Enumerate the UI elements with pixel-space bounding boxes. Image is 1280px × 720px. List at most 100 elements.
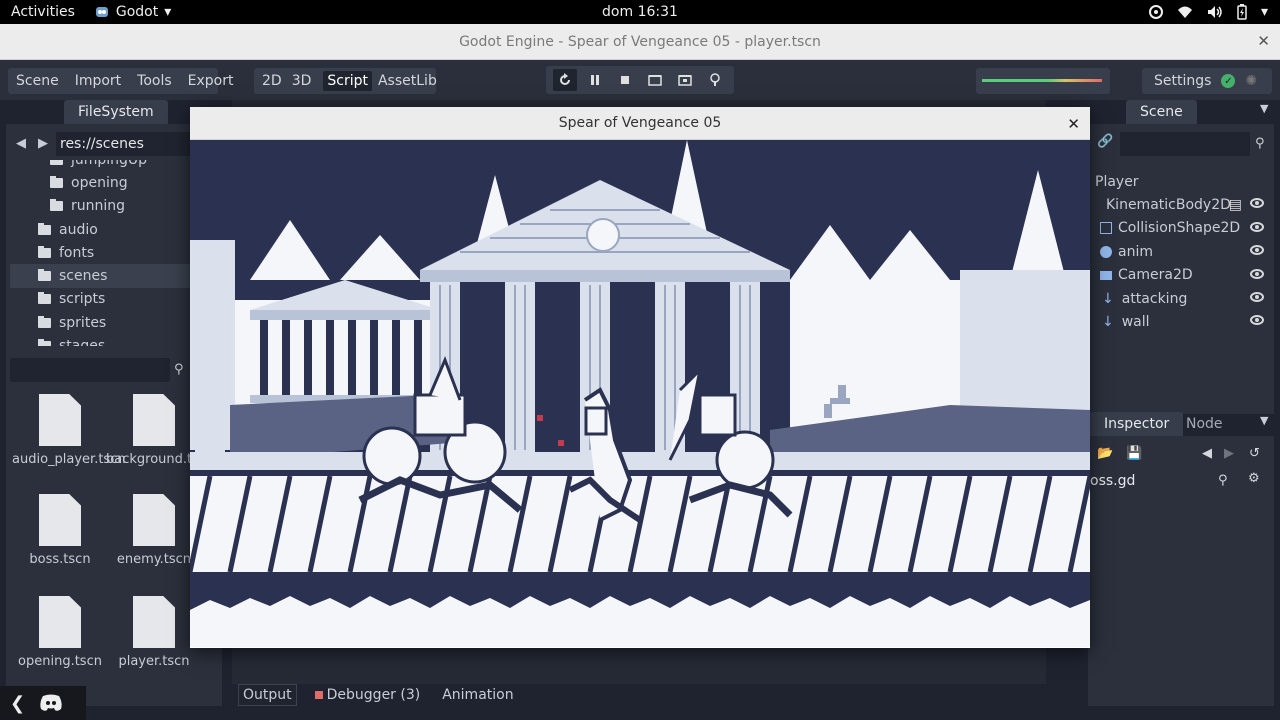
visibility-icon[interactable] — [1250, 198, 1264, 209]
workspace-script[interactable]: Script — [323, 71, 372, 91]
file-opening[interactable]: opening.tscn — [12, 596, 108, 670]
game-window-title: Spear of Vengeance 05 — [558, 115, 722, 131]
menu-scene[interactable]: Scene — [8, 73, 67, 89]
file-audio-player[interactable]: audio_player.tscn — [12, 394, 126, 468]
link-icon[interactable]: 🔗 — [1097, 134, 1113, 149]
tab-inspector[interactable]: Inspector — [1090, 412, 1184, 436]
folder-opening[interactable]: opening — [10, 171, 190, 194]
file-player[interactable]: player.tscn — [106, 596, 202, 670]
raycast-icon: ↓ — [1102, 290, 1114, 307]
file-background[interactable]: background.tscn — [106, 394, 214, 468]
folder-scenes[interactable]: scenes — [10, 264, 190, 288]
history-forward-icon[interactable]: ▶ — [1224, 446, 1234, 461]
menu-tools[interactable]: Tools — [129, 73, 180, 89]
folder-icon — [50, 175, 63, 188]
save-icon[interactable]: 💾 — [1126, 446, 1142, 461]
node-kinematicbody2d[interactable]: KinematicBody2D ▤ — [1090, 193, 1270, 216]
dock-menu-icon[interactable]: ▼ — [1260, 414, 1268, 427]
pause-icon[interactable] — [583, 69, 607, 91]
folder-jumpingup[interactable]: jumpingUp — [10, 160, 190, 171]
play-custom-scene-icon[interactable] — [673, 69, 697, 91]
folder-icon — [38, 292, 51, 305]
node-anim[interactable]: anim — [1090, 240, 1270, 263]
node-collisionshape2d[interactable]: CollisionShape2D — [1090, 217, 1270, 240]
visibility-icon[interactable] — [1250, 315, 1264, 326]
scene-filter-input[interactable] — [1120, 132, 1250, 156]
node-wall[interactable]: ↓ wall — [1090, 310, 1270, 333]
folder-stages[interactable]: stages — [10, 334, 190, 346]
search-icon[interactable]: ⚲ — [174, 362, 184, 377]
clock[interactable]: dom 16:31 — [0, 4, 1280, 20]
workspace-2d[interactable]: 2D — [254, 73, 290, 89]
folder-icon — [38, 339, 51, 346]
app-menu[interactable]: Godot ▾ — [86, 4, 171, 20]
script-icon[interactable]: ▤ — [1229, 197, 1242, 213]
visibility-icon[interactable] — [1250, 221, 1264, 232]
folder-fonts[interactable]: fonts — [10, 241, 190, 264]
node-camera2d[interactable]: Camera2D — [1090, 264, 1270, 287]
folder-running[interactable]: running — [10, 195, 190, 218]
play-scene-icon[interactable] — [643, 69, 667, 91]
filesystem-search-input[interactable] — [10, 358, 170, 382]
folder-icon — [38, 269, 51, 282]
chevron-down-icon[interactable]: ▾ — [1261, 4, 1268, 20]
tab-output[interactable]: Output — [238, 684, 297, 706]
filesystem-path-field[interactable]: res://scenes — [56, 132, 196, 156]
battery-icon[interactable] — [1237, 4, 1247, 20]
menu-export[interactable]: Export — [180, 73, 242, 89]
search-icon[interactable]: ⚲ — [1255, 136, 1265, 151]
filesystem-tree: jumpingUp opening running audio fonts sc… — [10, 160, 190, 346]
tab-scene[interactable]: Scene — [1126, 100, 1197, 124]
accessibility-icon[interactable] — [1148, 5, 1163, 19]
node-attacking[interactable]: ↓ attacking — [1090, 287, 1270, 310]
close-icon[interactable]: ✕ — [1067, 115, 1080, 133]
visibility-icon[interactable] — [1250, 245, 1264, 256]
stop-icon[interactable] — [613, 69, 637, 91]
workspace-assetlib[interactable]: AssetLib — [376, 73, 445, 89]
reload-icon[interactable] — [553, 69, 577, 91]
scene-file-icon — [39, 394, 81, 446]
discord-icon[interactable] — [39, 694, 63, 712]
menu-import[interactable]: Import — [67, 73, 129, 89]
forward-arrow-icon[interactable]: ▶ — [38, 136, 48, 151]
volume-icon[interactable] — [1207, 5, 1223, 19]
visibility-icon[interactable] — [1250, 268, 1264, 279]
folder-icon — [38, 222, 51, 235]
gear-icon[interactable]: ⚙ — [1248, 471, 1260, 486]
tab-animation[interactable]: Animation — [438, 685, 517, 705]
dock-menu-icon[interactable]: ▼ — [1260, 102, 1268, 115]
history-icon[interactable]: ↺ — [1249, 446, 1260, 461]
tab-debugger[interactable]: Debugger (3) — [311, 685, 425, 705]
game-viewport[interactable] — [190, 140, 1090, 647]
inspector-resource-name[interactable]: oss.gd — [1090, 473, 1135, 489]
chevron-down-icon: ▾ — [164, 4, 172, 20]
wifi-icon[interactable] — [1177, 5, 1193, 19]
activities-button[interactable]: Activities — [0, 4, 86, 20]
window-title: Godot Engine - Spear of Vengeance 05 - p… — [459, 33, 821, 50]
folder-scripts[interactable]: scripts — [10, 288, 190, 311]
search-icon[interactable]: ⚲ — [1218, 473, 1228, 488]
window-titlebar: Godot Engine - Spear of Vengeance 05 - p… — [0, 24, 1280, 60]
open-folder-icon[interactable]: 📂 — [1097, 446, 1113, 461]
folder-audio[interactable]: audio — [10, 218, 190, 241]
back-arrow-icon[interactable]: ❮ — [10, 693, 25, 714]
node-player[interactable]: Player — [1090, 170, 1270, 193]
folder-sprites[interactable]: sprites — [10, 311, 190, 334]
file-enemy[interactable]: enemy.tscn — [106, 494, 202, 568]
system-top-bar: Activities Godot ▾ dom 16:31 ▾ — [0, 0, 1280, 24]
workspace-3d[interactable]: 3D — [290, 73, 320, 89]
history-back-icon[interactable]: ◀ — [1202, 446, 1212, 461]
settings-button[interactable]: Settings ✓ ✺ — [1142, 68, 1272, 94]
tab-node[interactable]: Node — [1172, 412, 1237, 436]
remote-debug-icon[interactable] — [703, 69, 727, 91]
system-tray[interactable]: ▾ — [1148, 0, 1268, 24]
scene-file-icon — [39, 494, 81, 546]
close-icon[interactable]: ✕ — [1257, 32, 1270, 50]
tab-filesystem[interactable]: FileSystem — [64, 100, 168, 124]
back-arrow-icon[interactable]: ◀ — [16, 136, 26, 151]
scene-file-icon — [39, 596, 81, 648]
animated-sprite-icon — [1100, 245, 1112, 258]
godot-icon — [95, 7, 108, 17]
file-boss[interactable]: boss.tscn — [12, 494, 108, 568]
visibility-icon[interactable] — [1250, 291, 1264, 302]
